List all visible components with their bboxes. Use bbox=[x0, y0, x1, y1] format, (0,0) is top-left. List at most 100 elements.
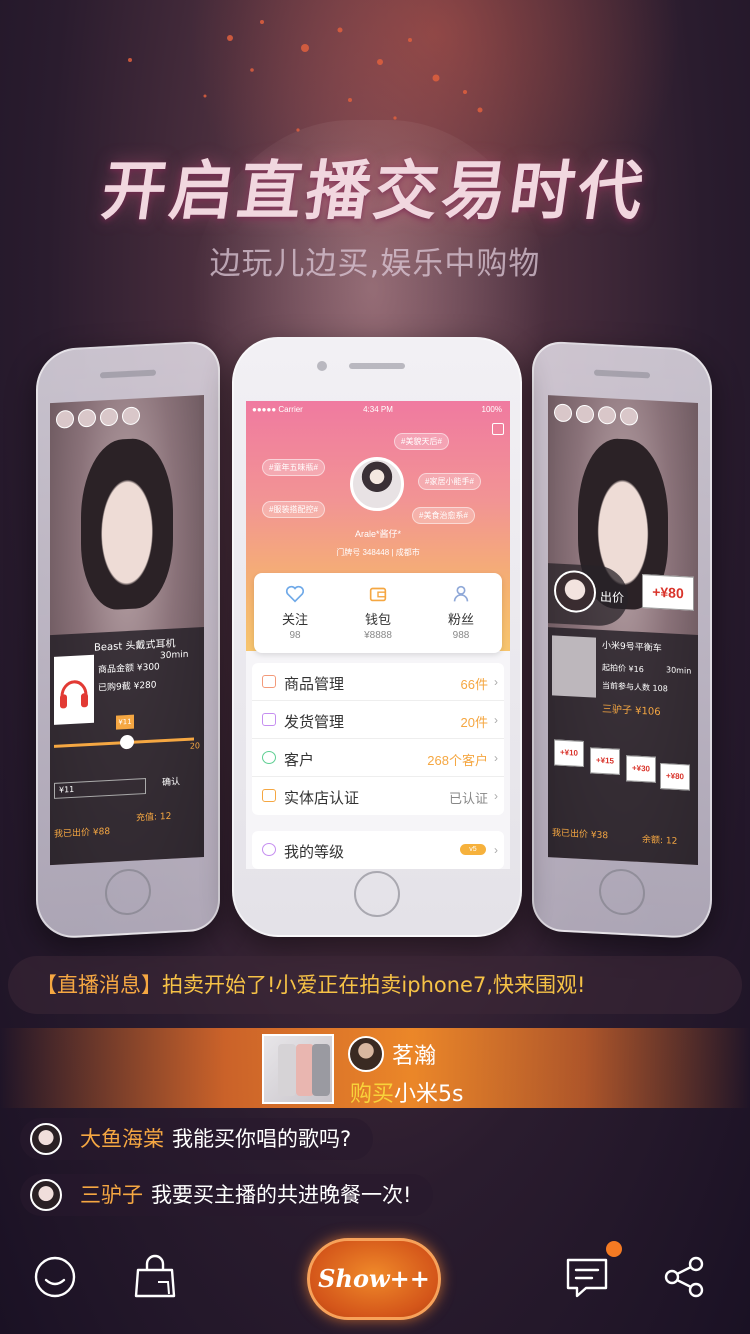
menu-item-level[interactable]: 我的等级 v5 › bbox=[252, 831, 504, 869]
product-icon bbox=[262, 675, 276, 688]
phone-speaker bbox=[594, 369, 650, 379]
confirm-button[interactable]: 确认 bbox=[162, 774, 180, 788]
time-left: 30min bbox=[160, 649, 189, 662]
left-phone-mockup: Beast 头戴式耳机 商品金额 ¥300 30min 已购9截 ¥280 ¥1… bbox=[36, 340, 220, 940]
buyer-avatar bbox=[348, 1036, 384, 1072]
menu-value: 66件 bbox=[460, 677, 488, 692]
bid-sign-10[interactable]: +¥10 bbox=[554, 739, 584, 768]
share-icon[interactable] bbox=[658, 1250, 712, 1304]
recharge-link[interactable]: 充值: 12 bbox=[136, 809, 171, 824]
bid-input[interactable]: ¥11 bbox=[54, 778, 146, 799]
balance: 余额: 12 bbox=[642, 835, 678, 847]
right-phone-mockup: 出价 +¥80 小米9号平衡车 起拍价 ¥16 30min 当前参与人数 108… bbox=[532, 340, 712, 940]
stat-value: 98 bbox=[289, 630, 301, 641]
status-bar: ●●●●● Carrier 4:34 PM 100% bbox=[246, 401, 510, 419]
fans-icon bbox=[453, 585, 469, 602]
menu-group-level: 我的等级 v5 › bbox=[252, 831, 504, 869]
menu-item-store-verification[interactable]: 实体店认证 已认证 › bbox=[252, 777, 504, 815]
phone-speaker bbox=[100, 369, 156, 379]
level-badge: v5 bbox=[460, 844, 486, 855]
comment-icon[interactable] bbox=[28, 1250, 82, 1304]
wallet-icon bbox=[369, 587, 387, 602]
menu-item-shipping[interactable]: 发货管理 20件 › bbox=[252, 701, 504, 739]
notification-badge bbox=[606, 1241, 622, 1257]
leading-bid: 三驴子 ¥106 bbox=[602, 703, 661, 719]
live-message-tag: 【直播消息】 bbox=[36, 973, 162, 997]
purchase-notification: 茗瀚 购买小米5s bbox=[0, 1028, 750, 1108]
phone-speaker bbox=[349, 363, 405, 369]
menu-label: 商品管理 bbox=[284, 676, 345, 693]
headline: 开启直播交易时代 bbox=[96, 154, 652, 229]
profile-tag: #美貌天后# bbox=[394, 433, 449, 450]
profile-tag: #服装搭配控# bbox=[262, 501, 325, 518]
chat-username: 大鱼海棠 bbox=[80, 1127, 164, 1151]
message-icon[interactable] bbox=[560, 1250, 614, 1304]
bid-sign-30[interactable]: +¥30 bbox=[626, 755, 656, 783]
menu-value: 已认证 bbox=[448, 791, 488, 806]
bid-sign: +¥80 bbox=[642, 574, 694, 611]
bid-sign-80[interactable]: +¥80 bbox=[660, 762, 690, 791]
participants: 当前参与人数 108 bbox=[602, 680, 668, 694]
customer-icon bbox=[262, 751, 276, 764]
headphone-image bbox=[54, 654, 94, 725]
menu-item-products[interactable]: 商品管理 66件 › bbox=[252, 663, 504, 701]
stat-label: 关注 bbox=[281, 612, 308, 627]
chevron-right-icon: › bbox=[494, 675, 498, 689]
my-bid: 我已出价 ¥88 bbox=[54, 826, 111, 840]
chevron-right-icon: › bbox=[494, 751, 498, 765]
slider-max: 20 bbox=[189, 741, 200, 751]
chat-message: 大鱼海棠 我能买你唱的歌吗? bbox=[20, 1118, 374, 1160]
product-title: 小米9号平衡车 bbox=[602, 640, 662, 655]
left-phone-screen: Beast 头戴式耳机 商品金额 ¥300 30min 已购9截 ¥280 ¥1… bbox=[50, 395, 204, 866]
chevron-right-icon: › bbox=[494, 713, 498, 727]
menu-label: 客户 bbox=[284, 752, 315, 769]
purchase-line: 购买小米5s bbox=[350, 1076, 463, 1108]
menu-value: 20件 bbox=[460, 715, 488, 730]
time-left: 30min bbox=[666, 665, 692, 676]
live-message-banner: 【直播消息】拍卖开始了!小爱正在拍卖iphone7,快来围观! bbox=[8, 956, 742, 1014]
level-icon bbox=[262, 843, 276, 856]
bid-label: 出价 bbox=[600, 589, 625, 606]
price-amount: 商品金额 ¥300 bbox=[98, 662, 160, 676]
profile-avatar[interactable] bbox=[350, 457, 404, 511]
edit-icon[interactable] bbox=[492, 423, 504, 435]
start-price: 起拍价 ¥16 bbox=[602, 662, 644, 675]
chat-text: 我能买你唱的歌吗? bbox=[172, 1127, 352, 1151]
phone-camera bbox=[317, 361, 327, 371]
bid-sign-15[interactable]: +¥15 bbox=[590, 747, 620, 775]
stat-fans[interactable]: 粉丝 988 bbox=[420, 583, 502, 641]
chat-message: 三驴子 我要买主播的共进晚餐一次! bbox=[20, 1174, 434, 1216]
my-bid: 我已出价 ¥38 bbox=[552, 828, 609, 842]
headphone-icon bbox=[60, 680, 88, 709]
shopping-bag-icon[interactable] bbox=[128, 1250, 182, 1304]
chat-text: 我要买主播的共进晚餐一次! bbox=[151, 1183, 412, 1207]
stat-following[interactable]: 关注 98 bbox=[254, 583, 336, 641]
product-thumbnail bbox=[262, 1034, 334, 1104]
home-button bbox=[599, 867, 645, 917]
menu-label: 发货管理 bbox=[284, 714, 345, 731]
chat-username: 三驴子 bbox=[80, 1183, 143, 1207]
slider-handle[interactable] bbox=[120, 734, 134, 750]
stat-label: 钱包 bbox=[364, 612, 391, 627]
stat-value: 988 bbox=[452, 630, 470, 641]
profile-id: 门牌号 348448 | 成都市 bbox=[336, 548, 420, 557]
profile-tag: #童年五味瓶# bbox=[262, 459, 325, 476]
subheadline: 边玩儿边买,娱乐中购物 bbox=[209, 246, 541, 282]
battery-label: 100% bbox=[481, 405, 502, 414]
stat-wallet[interactable]: 钱包 ¥8888 bbox=[337, 583, 419, 641]
center-phone-mockup: ●●●●● Carrier 4:34 PM 100% #美貌天后# #童年五味瓶… bbox=[232, 337, 522, 937]
auction-panel: 小米9号平衡车 起拍价 ¥16 30min 当前参与人数 108 三驴子 ¥10… bbox=[548, 627, 698, 865]
truck-icon bbox=[262, 713, 276, 726]
buyer-name: 茗瀚 bbox=[392, 1044, 437, 1069]
show-button[interactable]: Show++ bbox=[307, 1238, 441, 1320]
menu-item-customers[interactable]: 客户 268个客户 › bbox=[252, 739, 504, 777]
menu-value: 268个客户 bbox=[427, 753, 488, 768]
profile-tag: #家居小能手# bbox=[418, 473, 481, 490]
bidder-bubble: 出价 bbox=[548, 563, 628, 628]
bid-tag: ¥11 bbox=[116, 714, 134, 730]
live-message-text: 拍卖开始了!小爱正在拍卖iphone7,快来围观! bbox=[162, 973, 586, 997]
streamer-photo bbox=[80, 436, 174, 612]
purchase-item: 小米5s bbox=[394, 1082, 464, 1107]
purchase-action: 购买 bbox=[350, 1082, 395, 1107]
stat-value: ¥8888 bbox=[364, 630, 392, 641]
